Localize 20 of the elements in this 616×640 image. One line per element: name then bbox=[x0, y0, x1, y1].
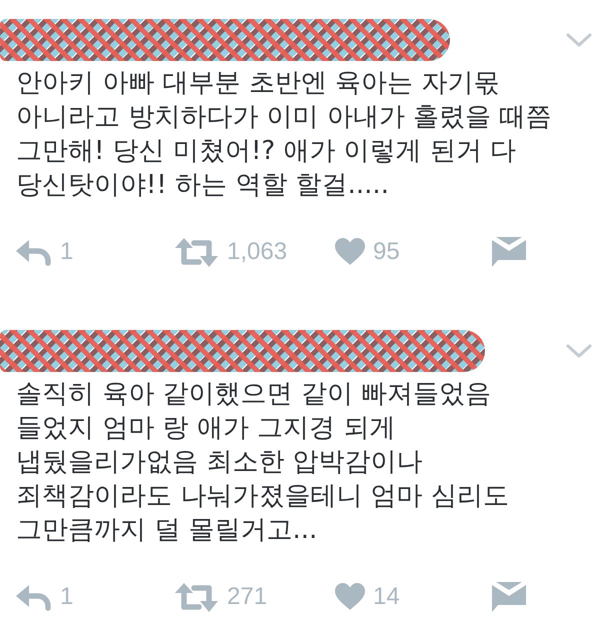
chevron-down-icon[interactable] bbox=[566, 32, 592, 48]
envelope-icon bbox=[492, 582, 526, 612]
retweet-icon bbox=[175, 582, 219, 612]
heart-icon bbox=[335, 583, 365, 611]
reply-button[interactable]: 1 bbox=[16, 238, 74, 266]
message-button[interactable] bbox=[492, 237, 526, 267]
retweet-icon bbox=[175, 238, 219, 266]
heart-icon bbox=[335, 238, 365, 266]
like-button[interactable]: 95 bbox=[335, 238, 400, 266]
retweet-button[interactable]: 1,063 bbox=[175, 238, 288, 266]
reply-icon bbox=[16, 238, 52, 266]
chevron-down-icon[interactable] bbox=[566, 344, 592, 358]
reply-icon bbox=[16, 584, 52, 610]
tweet-text: 안아키 아빠 대부분 초반엔 육아는 자기몫 아니라고 방치하다가 이미 아내가 홀렸을 때쯤 그만해! 당신 미쳤어!? 애가 이렇게 된거 다 당신탓이야!! 하는 역할 할걸..... bbox=[16, 67, 552, 202]
like-button[interactable]: 14 bbox=[335, 583, 400, 611]
retweet-button[interactable]: 271 bbox=[175, 582, 268, 612]
envelope-icon bbox=[492, 237, 526, 267]
tweet-text: 솔직히 육아 같이했으면 같이 빠져들었음 들었지 엄마 랑 애가 그지경 되게 냅뒀을리가없음 최소한 압박감이나 죄책감이라도 나눠가졌을테니 엄마 심리도 그만큼까지 덜 몰릴거고... bbox=[16, 378, 510, 547]
message-button[interactable] bbox=[492, 582, 526, 612]
reply-button[interactable]: 1 bbox=[16, 583, 74, 611]
